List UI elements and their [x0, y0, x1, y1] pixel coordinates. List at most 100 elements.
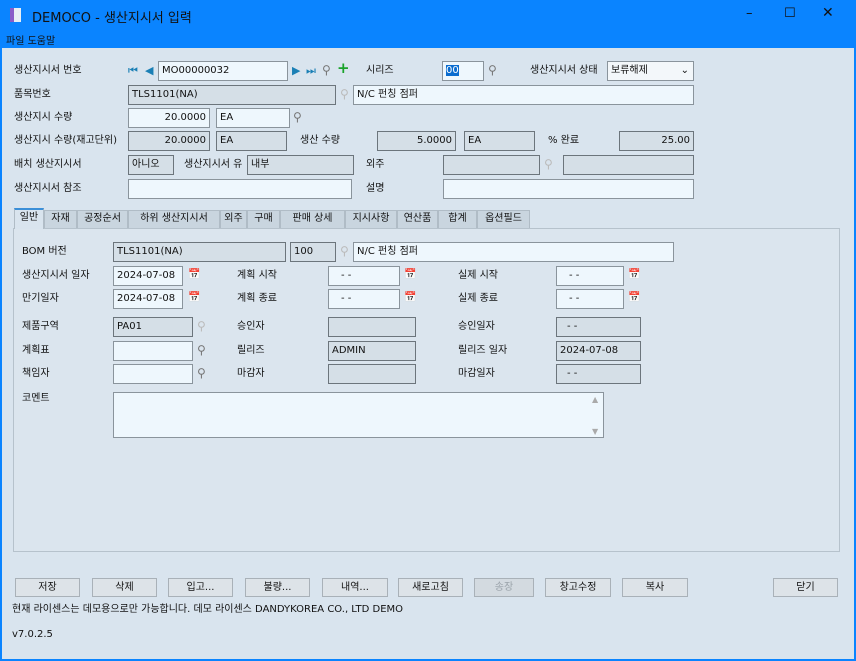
- unit-search-icon[interactable]: ⚲: [293, 110, 302, 124]
- item-no-field: TLS1101(NA): [128, 85, 336, 105]
- last-record-icon[interactable]: ⏭: [306, 64, 316, 78]
- series-input[interactable]: 00: [442, 61, 484, 81]
- defect-button[interactable]: 불량...: [245, 578, 310, 597]
- scroll-down-icon[interactable]: ▼: [592, 427, 598, 436]
- version-text: v7.0.2.5: [12, 629, 53, 640]
- desc-input[interactable]: [443, 179, 694, 199]
- actual-end-label: 실제 종료: [458, 293, 498, 304]
- bom-search-icon: ⚲: [340, 244, 349, 258]
- plan-end-input[interactable]: - -: [328, 289, 400, 309]
- owner-search-icon[interactable]: ⚲: [197, 366, 206, 380]
- plan-search-icon[interactable]: ⚲: [197, 343, 206, 357]
- receive-button[interactable]: 입고...: [168, 578, 233, 597]
- minimize-button[interactable]: –: [746, 6, 753, 21]
- copy-button[interactable]: 복사: [622, 578, 688, 597]
- next-record-icon[interactable]: ▶: [292, 64, 300, 78]
- series-label: 시리즈: [366, 65, 394, 76]
- actual-start-input[interactable]: - -: [556, 266, 624, 286]
- menu-bar: 파일 도움말: [0, 30, 856, 48]
- approve-date-field: - -: [556, 317, 641, 337]
- close-date-field: - -: [556, 364, 641, 384]
- bom-desc-input[interactable]: N/C 펀칭 점퍼: [353, 242, 674, 262]
- app-icon: [10, 8, 21, 22]
- tab-general[interactable]: 일반: [14, 208, 44, 229]
- history-button[interactable]: 내역...: [322, 578, 388, 597]
- calendar-icon[interactable]: 📅: [628, 268, 640, 282]
- bom-label: BOM 버전: [22, 246, 67, 257]
- prev-record-icon[interactable]: ◀: [145, 64, 153, 78]
- pct-label: % 완료: [548, 135, 580, 146]
- outsource-search-icon: ⚲: [544, 157, 553, 171]
- calendar-icon[interactable]: 📅: [404, 268, 416, 282]
- actual-end-input[interactable]: - -: [556, 289, 624, 309]
- status-value: 보류해제: [611, 65, 648, 76]
- invoice-button: 송장: [474, 578, 534, 597]
- warehouse-edit-button[interactable]: 창고수정: [545, 578, 611, 597]
- tab-sales-detail[interactable]: 판매 상세: [280, 210, 345, 228]
- release-field: ADMIN: [328, 341, 416, 361]
- due-input[interactable]: 2024-07-08: [113, 289, 183, 309]
- maximize-button[interactable]: ☐: [784, 6, 796, 21]
- tab-outsource[interactable]: 외주: [220, 210, 247, 228]
- desc-label: 설명: [366, 183, 385, 194]
- item-desc-input[interactable]: N/C 펀칭 점퍼: [353, 85, 694, 105]
- qty-unit-input[interactable]: EA: [216, 108, 290, 128]
- search-icon[interactable]: ⚲: [322, 63, 331, 77]
- refresh-button[interactable]: 새로고침: [398, 578, 463, 597]
- qty-label: 생산지시 수량: [14, 112, 73, 123]
- save-button[interactable]: 저장: [15, 578, 80, 597]
- calendar-icon[interactable]: 📅: [404, 291, 416, 305]
- tab-sub-orders[interactable]: 하위 생산지시서: [128, 210, 220, 228]
- owner-input[interactable]: [113, 364, 193, 384]
- first-record-icon[interactable]: ⏮: [128, 64, 138, 78]
- status-select[interactable]: 보류해제 ⌄: [607, 61, 694, 81]
- owner-label: 책임자: [22, 368, 50, 379]
- plan-start-input[interactable]: - -: [328, 266, 400, 286]
- tab-materials[interactable]: 자재: [44, 210, 77, 228]
- prod-qty-unit-field: EA: [464, 131, 535, 151]
- series-search-icon[interactable]: ⚲: [488, 63, 497, 77]
- approver-label: 승인자: [237, 321, 265, 332]
- type-field: 내부: [247, 155, 354, 175]
- release-date-label: 릴리즈 일자: [458, 345, 508, 356]
- close-form-button[interactable]: 닫기: [773, 578, 838, 597]
- outsource-field: [443, 155, 540, 175]
- close-button[interactable]: ✕: [822, 5, 834, 21]
- qty-stock-field: 20.0000: [128, 131, 210, 151]
- plan-input[interactable]: [113, 341, 193, 361]
- prod-qty-field: 5.0000: [377, 131, 456, 151]
- tab-totals[interactable]: 합계: [438, 210, 477, 228]
- outsource-desc-field: [563, 155, 694, 175]
- plan-end-label: 계획 종료: [237, 293, 277, 304]
- tab-instructions[interactable]: 지시사항: [345, 210, 397, 228]
- order-date-input[interactable]: 2024-07-08: [113, 266, 183, 286]
- calendar-icon[interactable]: 📅: [188, 291, 200, 305]
- qty-input[interactable]: 20.0000: [128, 108, 210, 128]
- calendar-icon[interactable]: 📅: [188, 268, 200, 282]
- pct-field: 25.00: [619, 131, 694, 151]
- bom-field: TLS1101(NA): [113, 242, 286, 262]
- release-date-field: 2024-07-08: [556, 341, 641, 361]
- title-bar: DEMOCO - 생산지시서 입력 – ☐ ✕: [0, 0, 856, 30]
- tab-option-fields[interactable]: 옵션필드: [477, 210, 530, 228]
- plan-start-label: 계획 시작: [237, 270, 277, 281]
- bom-rev-field: 100: [290, 242, 336, 262]
- comment-textarea[interactable]: [113, 392, 604, 438]
- tab-routing[interactable]: 공정순서: [77, 210, 128, 228]
- actual-start-label: 실제 시작: [458, 270, 498, 281]
- tab-byproducts[interactable]: 연산품: [397, 210, 438, 228]
- status-label: 생산지시서 상태: [530, 65, 598, 76]
- delete-button[interactable]: 삭제: [92, 578, 157, 597]
- release-label: 릴리즈: [237, 345, 265, 356]
- order-no-label: 생산지시서 번호: [14, 65, 82, 76]
- order-no-input[interactable]: MO00000032: [158, 61, 288, 81]
- order-date-label: 생산지시서 일자: [22, 270, 90, 281]
- ref-input[interactable]: [128, 179, 352, 199]
- scroll-up-icon[interactable]: ▲: [592, 395, 598, 404]
- calendar-icon[interactable]: 📅: [628, 291, 640, 305]
- outsource-label: 외주: [366, 159, 385, 170]
- license-text: 현재 라이센스는 데모용으로만 가능합니다. 데모 라이센스 DANDYKORE…: [12, 604, 404, 615]
- menu-file-help[interactable]: 파일 도움말: [6, 32, 55, 47]
- add-icon[interactable]: +: [337, 61, 350, 76]
- tab-purchase[interactable]: 구매: [247, 210, 280, 228]
